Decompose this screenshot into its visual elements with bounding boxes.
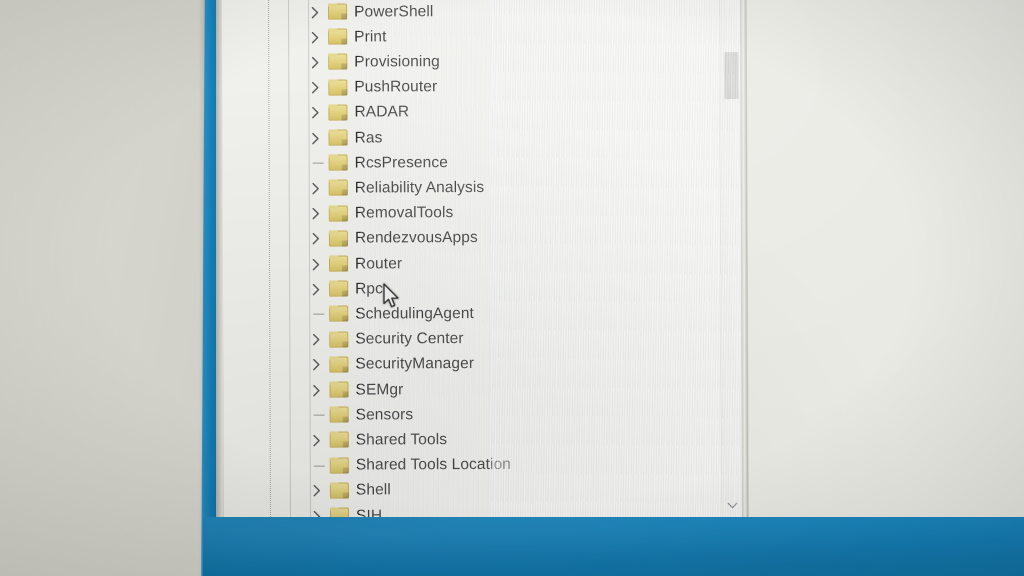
- folder-icon: [329, 305, 349, 322]
- tree-row[interactable]: Shell: [224, 477, 746, 504]
- tree-row[interactable]: RemovalTools: [223, 200, 745, 227]
- tree-leaf-connector: [313, 414, 325, 416]
- folder-icon: [329, 406, 349, 423]
- chevron-right-icon[interactable]: [309, 352, 323, 377]
- folder-icon: [329, 280, 349, 297]
- tree-item-label: Reliability Analysis: [354, 178, 485, 197]
- folder-icon: [328, 104, 348, 121]
- tree-row[interactable]: Ras: [222, 124, 744, 151]
- tree-leaf-connector: [313, 314, 325, 316]
- scrollbar-thumb[interactable]: [724, 51, 739, 99]
- tree-item-label: Ras: [354, 128, 383, 146]
- tree-row[interactable]: RADAR: [222, 99, 744, 126]
- tree-item-label: Provisioning: [354, 53, 440, 71]
- offscreen-surround-left: [0, 0, 205, 576]
- tree-item-label: RemovalTools: [354, 204, 454, 222]
- folder-icon: [329, 356, 349, 373]
- tree-row[interactable]: Shared Tools: [224, 426, 746, 453]
- chevron-right-icon[interactable]: [308, 100, 322, 125]
- chevron-right-icon[interactable]: [309, 201, 323, 226]
- tree-vertical-scrollbar[interactable]: [718, 0, 743, 519]
- tree-item-label: Print: [354, 28, 387, 46]
- chevron-right-icon[interactable]: [309, 378, 323, 403]
- tree-item-label: Router: [354, 254, 403, 272]
- folder-icon: [328, 255, 349, 272]
- tree-row[interactable]: Sensors: [224, 401, 746, 428]
- tree-item-label: RcsPresence: [354, 153, 448, 172]
- folder-icon: [328, 28, 348, 45]
- tree-row[interactable]: PushRouter: [222, 74, 744, 101]
- chevron-right-icon[interactable]: [309, 252, 323, 277]
- folder-icon: [328, 179, 348, 196]
- folder-icon: [329, 457, 349, 474]
- registry-editor-window: PowerShell Print Provisioning PushRouter RAD…: [222, 0, 1024, 524]
- chevron-right-icon[interactable]: [309, 176, 323, 201]
- tree-leaf-connector: [313, 465, 325, 467]
- folder-icon: [328, 230, 348, 247]
- tree-row[interactable]: Rpc: [223, 275, 745, 302]
- tree-leaf-connector: [312, 162, 324, 164]
- chevron-right-icon[interactable]: [308, 75, 322, 100]
- tree-item-label: Security Center: [355, 330, 464, 348]
- tree-item-label: SecurityManager: [355, 355, 475, 373]
- tree-row[interactable]: SecurityManager: [223, 351, 745, 378]
- folder-icon: [328, 79, 348, 96]
- scroll-down-chevron-icon[interactable]: [722, 496, 743, 514]
- folder-icon: [329, 331, 349, 348]
- tree-row[interactable]: Print: [222, 23, 744, 50]
- folder-icon: [328, 205, 348, 222]
- registry-tree-pane[interactable]: PowerShell Print Provisioning PushRouter RAD…: [222, 0, 747, 520]
- desktop-background-bottom: [203, 517, 1024, 576]
- tree-row[interactable]: RendezvousApps: [223, 225, 745, 252]
- chevron-right-icon[interactable]: [308, 0, 322, 25]
- chevron-right-icon[interactable]: [309, 327, 323, 352]
- chevron-right-icon[interactable]: [310, 428, 324, 453]
- tree-row[interactable]: SchedulingAgent: [223, 300, 745, 327]
- tree-row[interactable]: Provisioning: [222, 48, 744, 75]
- tree-row[interactable]: SEMgr: [223, 376, 745, 403]
- tree-item-label: Shared Tools: [355, 431, 448, 449]
- chevron-right-icon[interactable]: [308, 25, 322, 50]
- tree-item-label: PowerShell: [354, 2, 434, 20]
- tree-item-label: SchedulingAgent: [355, 304, 474, 323]
- chevron-right-icon[interactable]: [308, 50, 322, 75]
- tree-row[interactable]: Shared Tools Location: [224, 452, 746, 479]
- tree-item-label: RADAR: [354, 103, 410, 121]
- folder-icon: [329, 381, 349, 398]
- folder-icon: [328, 129, 348, 146]
- tree-item-label: Shared Tools Location: [355, 455, 512, 474]
- folder-icon: [328, 3, 348, 20]
- folder-icon: [329, 431, 349, 448]
- chevron-right-icon[interactable]: [308, 126, 322, 151]
- tree-item-label: RendezvousApps: [354, 229, 478, 247]
- tree-item-label: SEMgr: [355, 380, 404, 398]
- tree-item-label: Rpc: [355, 280, 384, 298]
- tree-item-label: PushRouter: [354, 78, 438, 96]
- tree-row[interactable]: Reliability Analysis: [223, 174, 745, 201]
- tree-item-label: Sensors: [355, 405, 414, 424]
- screenshot-root: PowerShell Print Provisioning PushRouter RAD…: [0, 0, 1024, 576]
- tree-row[interactable]: PowerShell: [222, 0, 744, 25]
- tree-row[interactable]: RcsPresence: [223, 149, 745, 176]
- folder-icon: [328, 53, 348, 70]
- chevron-right-icon[interactable]: [310, 478, 324, 503]
- registry-values-pane[interactable]: [746, 0, 1024, 518]
- tree-row[interactable]: Security Center: [223, 326, 745, 353]
- chevron-right-icon[interactable]: [309, 226, 323, 251]
- folder-icon: [329, 482, 349, 499]
- chevron-right-icon[interactable]: [309, 277, 323, 302]
- folder-icon: [328, 154, 348, 171]
- tree-row[interactable]: Router: [223, 250, 745, 277]
- tree-item-label: Shell: [355, 481, 391, 499]
